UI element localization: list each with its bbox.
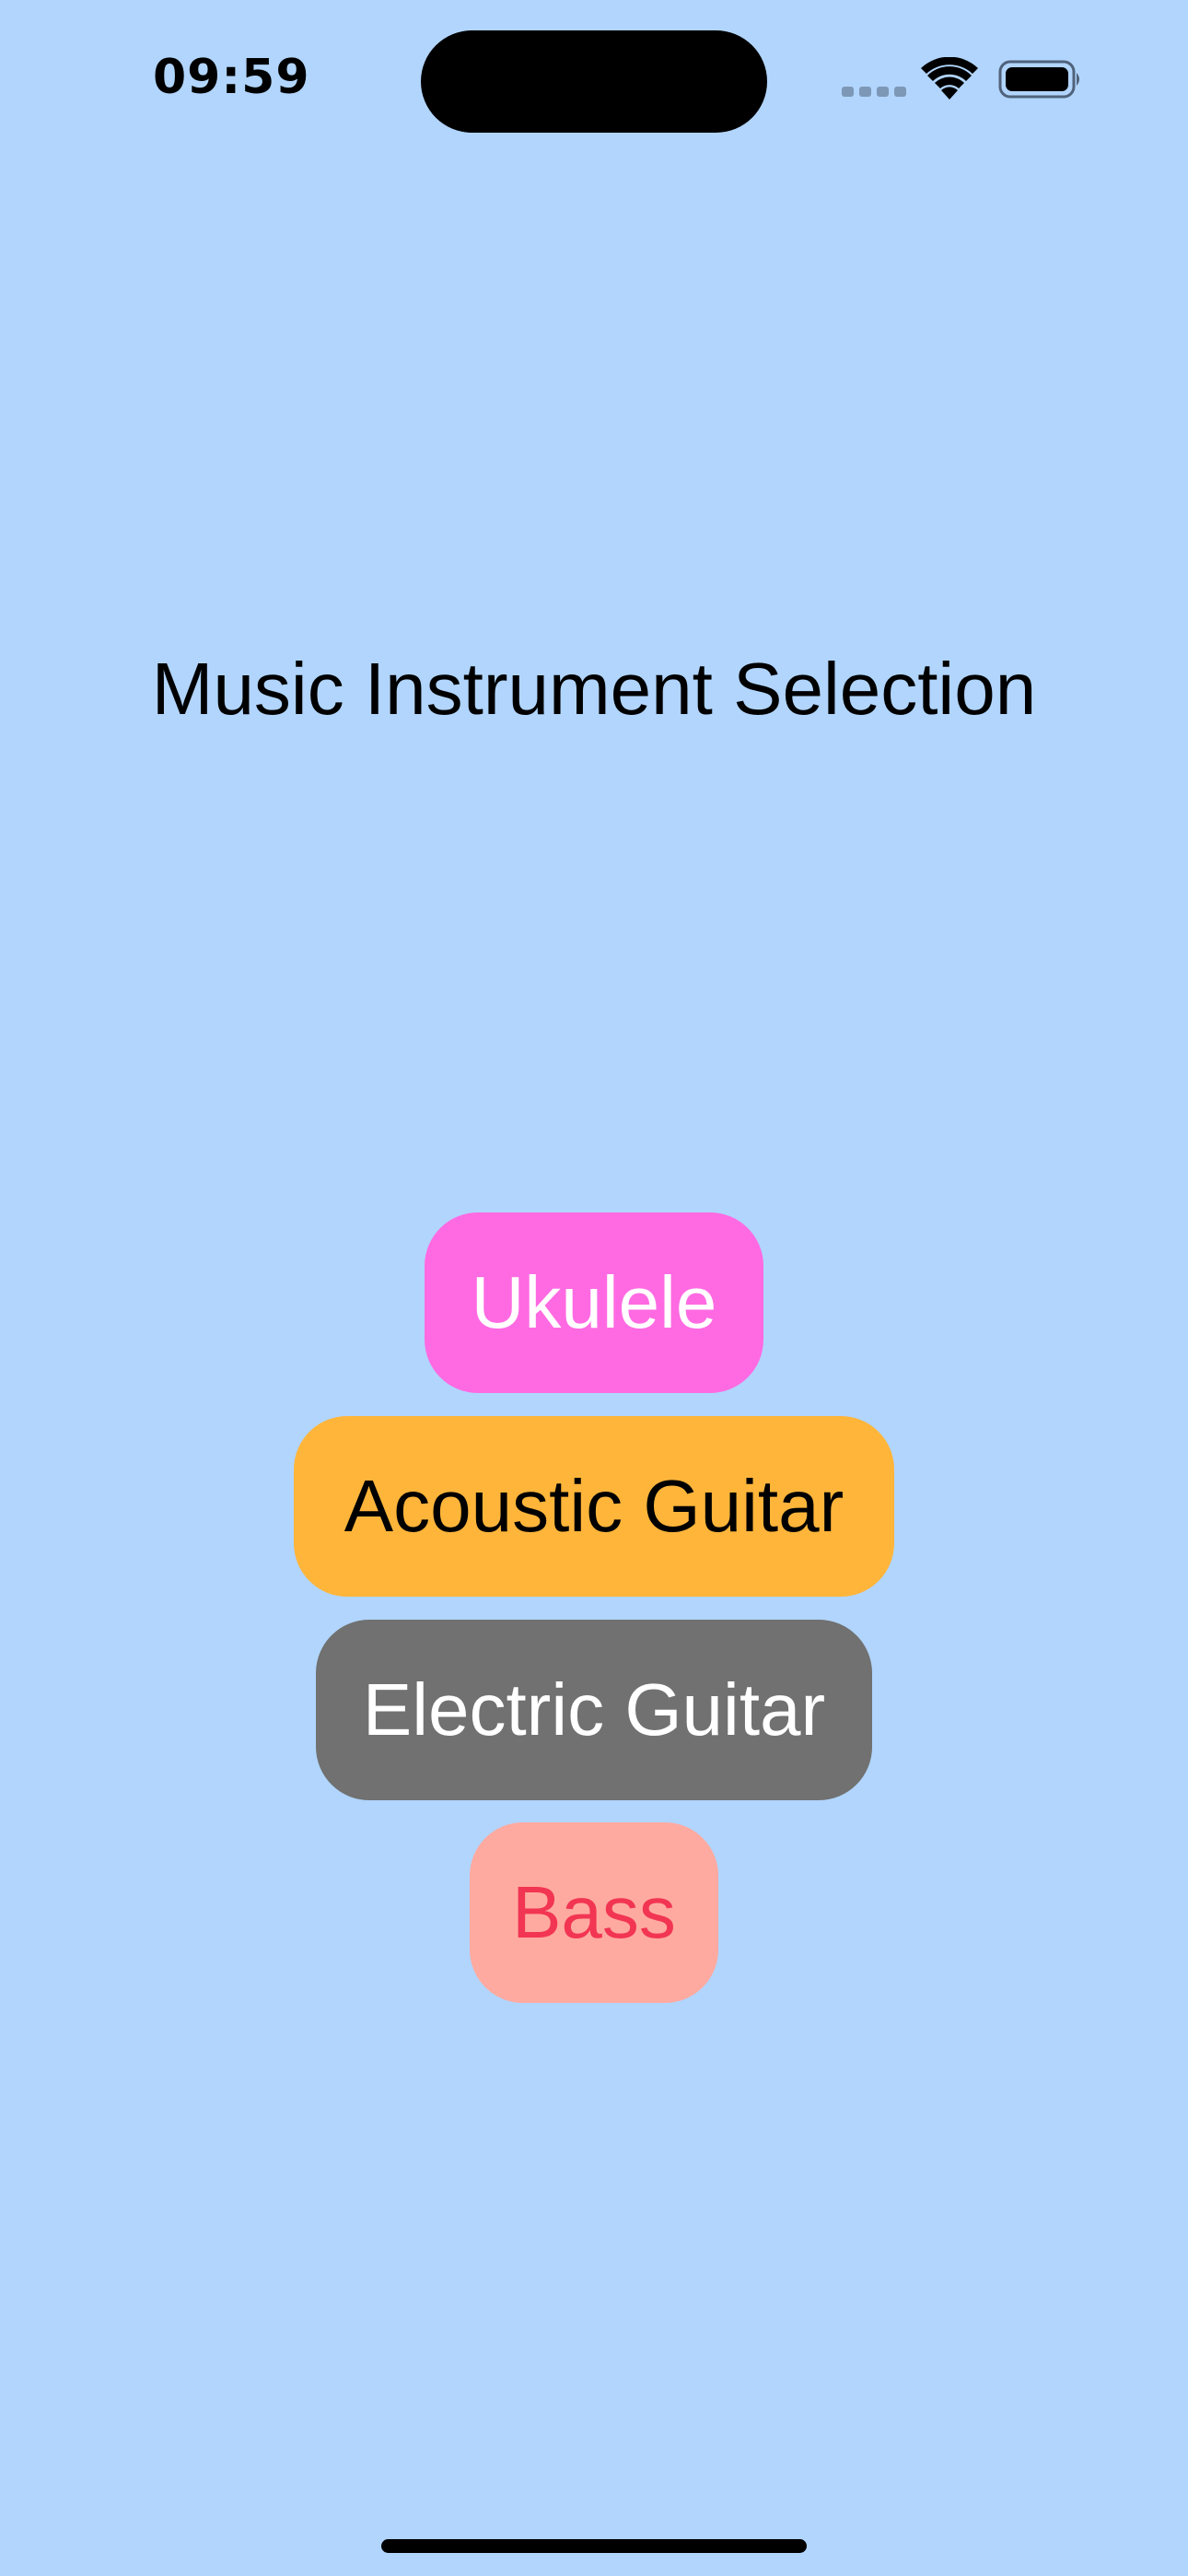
electric-guitar-button[interactable]: Electric Guitar	[316, 1620, 872, 1800]
page-title: Music Instrument Selection	[151, 648, 1037, 730]
acoustic-guitar-button[interactable]: Acoustic Guitar	[294, 1416, 894, 1597]
bass-button[interactable]: Bass	[470, 1822, 718, 2003]
dynamic-island	[421, 30, 767, 133]
status-time: 09:59	[153, 50, 310, 105]
status-bar: 09:59	[0, 0, 1188, 157]
home-indicator[interactable]	[381, 2539, 807, 2553]
battery-icon	[998, 60, 1079, 99]
ukulele-button[interactable]: Ukulele	[425, 1212, 763, 1393]
wifi-icon	[921, 57, 978, 100]
signal-icon	[842, 87, 906, 98]
